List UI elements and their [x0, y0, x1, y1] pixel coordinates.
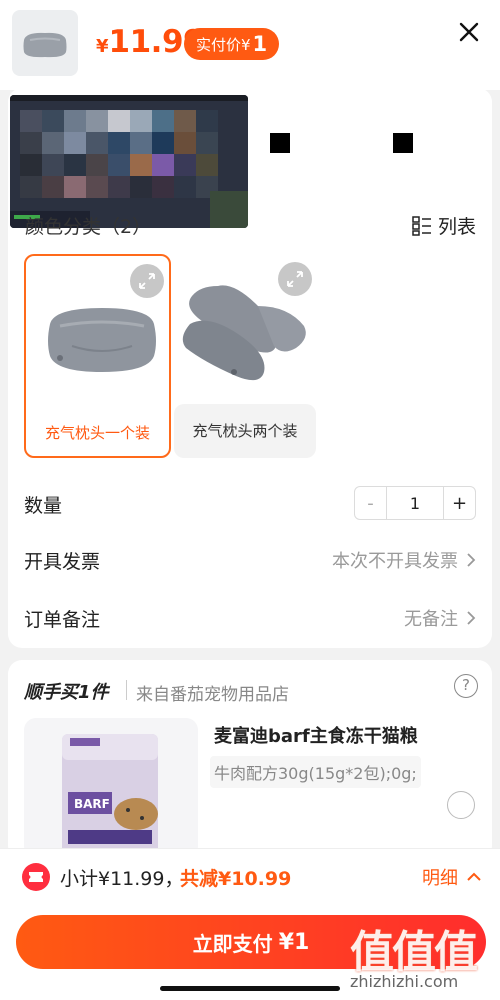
list-view-label: 列表 — [438, 216, 477, 238]
addon-select-radio[interactable] — [447, 791, 475, 819]
redaction-mark — [270, 133, 290, 153]
chevron-right-icon — [467, 611, 476, 625]
help-icon[interactable]: ? — [454, 674, 478, 698]
addon-product-name: 麦富迪barf主食冻干猫粮 — [214, 726, 418, 747]
watermark-url: zhizhizhi.com — [350, 972, 459, 991]
spec-section-title: 颜色分类（2） — [25, 216, 152, 238]
subtotal-text: 小计¥11.99， — [60, 868, 184, 890]
quantity-label: 数量 — [24, 494, 63, 517]
quantity-stepper: - 1 + — [354, 486, 476, 520]
paid-price-badge: 实付价¥ 1 — [184, 28, 280, 60]
chevron-right-icon — [467, 553, 476, 567]
svg-text:BARF: BARF — [74, 797, 110, 811]
home-indicator — [160, 986, 340, 991]
expand-icon[interactable] — [278, 262, 312, 296]
addon-divider — [126, 680, 127, 700]
close-icon[interactable] — [455, 18, 483, 46]
quantity-value[interactable]: 1 — [386, 487, 444, 519]
remark-label: 订单备注 — [24, 608, 101, 631]
quantity-minus-button[interactable]: - — [355, 487, 386, 519]
addon-product-image[interactable]: BARF — [24, 718, 198, 858]
coupon-icon — [22, 863, 50, 891]
remark-value: 无备注 — [404, 605, 476, 631]
expand-icon[interactable] — [130, 264, 164, 298]
addon-title: 顺手买1件 — [24, 682, 109, 703]
spec-option-label: 充气枕头一个装 — [44, 424, 150, 442]
pillow-image — [48, 308, 156, 372]
redaction-mark — [393, 133, 413, 153]
invoice-row[interactable]: 开具发票 本次不开具发票 — [24, 540, 476, 580]
addon-store: 来自番茄宠物用品店 — [136, 685, 289, 705]
video-overlay-image — [10, 95, 248, 228]
addon-product-spec[interactable]: 牛肉配方30g(15g*2包);0g; — [210, 756, 421, 788]
spec-option-double[interactable]: 充气枕头两个装 — [174, 254, 316, 458]
discount-text: 共减¥10.99 — [180, 868, 292, 890]
chevron-up-icon — [467, 872, 481, 881]
list-view-toggle[interactable]: 列表 — [412, 212, 476, 239]
spec-option-label: 充气枕头两个装 — [192, 422, 298, 440]
detail-toggle[interactable]: 明细 — [422, 864, 482, 890]
quantity-row: 数量 - 1 + — [24, 484, 476, 524]
invoice-label: 开具发票 — [24, 550, 101, 573]
invoice-value: 本次不开具发票 — [332, 547, 476, 573]
spec-option-single[interactable]: 充气枕头一个装 — [24, 254, 171, 458]
remark-row[interactable]: 订单备注 无备注 — [24, 598, 476, 638]
list-icon — [412, 215, 431, 236]
quantity-plus-button[interactable]: + — [444, 487, 475, 519]
watermark-logo: 值值值 — [350, 927, 478, 978]
product-thumbnail[interactable] — [12, 10, 78, 76]
